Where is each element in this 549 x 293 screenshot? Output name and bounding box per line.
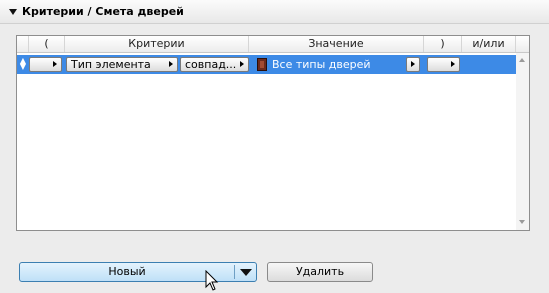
column-value: Значение bbox=[249, 36, 424, 52]
mouse-cursor-icon bbox=[205, 270, 219, 291]
column-and-or: и/или bbox=[462, 36, 516, 52]
operator-dropdown[interactable]: совпад... bbox=[180, 57, 249, 72]
criteria-table[interactable]: ( Критерии Значение ) и/или ▲ ▼ Тип элеме… bbox=[16, 35, 530, 231]
value-text: Все типы дверей bbox=[272, 58, 371, 71]
new-button-label: Новый bbox=[108, 265, 146, 278]
criterion-value: Тип элемента bbox=[71, 58, 151, 71]
collapse-triangle-icon[interactable] bbox=[9, 9, 17, 15]
value-picker-button[interactable] bbox=[406, 57, 420, 72]
arrow-right-icon bbox=[240, 61, 244, 67]
section-header[interactable]: Критерии / Смета дверей bbox=[0, 0, 549, 24]
open-paren-dropdown[interactable] bbox=[29, 57, 62, 72]
operator-value: совпад... bbox=[185, 58, 237, 71]
arrow-right-icon bbox=[53, 61, 57, 67]
table-header: ( Критерии Значение ) и/или bbox=[17, 36, 529, 53]
door-icon bbox=[257, 58, 267, 71]
arrow-right-icon bbox=[451, 61, 455, 67]
column-close-paren: ) bbox=[424, 36, 462, 52]
arrow-right-icon bbox=[169, 61, 173, 67]
column-open-paren: ( bbox=[29, 36, 65, 52]
split-divider bbox=[234, 265, 235, 279]
vertical-scrollbar[interactable] bbox=[516, 53, 529, 230]
new-button[interactable]: Новый bbox=[19, 262, 257, 282]
table-row[interactable]: ▲ ▼ Тип элемента совпад... Все типы двере… bbox=[17, 55, 516, 74]
value-field[interactable]: Все типы дверей bbox=[254, 55, 371, 74]
scroll-up-icon[interactable] bbox=[519, 58, 525, 62]
criterion-dropdown[interactable]: Тип элемента bbox=[66, 57, 178, 72]
row-drag-handle-icon[interactable]: ▲ ▼ bbox=[19, 57, 27, 71]
column-handle-header bbox=[17, 36, 29, 52]
delete-button[interactable]: Удалить bbox=[267, 262, 373, 282]
scroll-down-icon[interactable] bbox=[519, 220, 525, 224]
close-paren-dropdown[interactable] bbox=[427, 57, 460, 72]
section-title: Критерии / Смета дверей bbox=[22, 5, 184, 18]
column-criteria: Критерии bbox=[65, 36, 249, 52]
arrow-right-icon bbox=[411, 61, 415, 67]
chevron-down-icon[interactable] bbox=[240, 269, 252, 276]
